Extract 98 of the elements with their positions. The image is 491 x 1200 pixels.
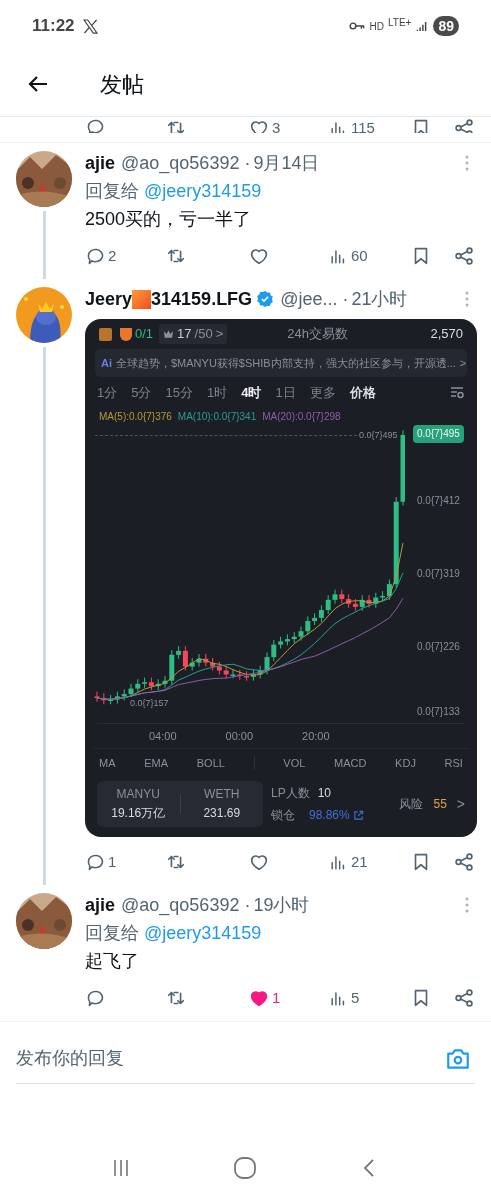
time-axis-label: 20:00 <box>302 728 330 744</box>
token-amount: 231.69 <box>203 805 241 822</box>
chart-settings-icon[interactable] <box>449 385 465 401</box>
square-emoji-icon <box>132 289 152 309</box>
time-axis-label: 04:00 <box>149 728 177 744</box>
low-price-label: 0.0{7}157 <box>129 697 170 711</box>
signal-icon <box>416 20 428 32</box>
post-time: 9月14日 <box>253 151 320 175</box>
chevron[interactable]: > <box>456 793 465 815</box>
money-bag-icon <box>120 327 132 341</box>
token-amount: 19.16万亿 <box>111 805 166 822</box>
stat-label: 24h交易数 <box>287 325 348 344</box>
views-count: 60 <box>351 245 368 266</box>
counter: 0/1 <box>135 325 154 344</box>
lock-value: 98.86% <box>309 807 350 824</box>
risk-value: 55 <box>433 796 447 813</box>
views-count: 21 <box>351 851 368 872</box>
interval-tab[interactable]: 15分 <box>165 383 193 403</box>
interval-tab[interactable]: 1日 <box>275 383 296 403</box>
token-symbol: WETH <box>204 786 240 803</box>
lp-label: LP人数 <box>271 785 310 802</box>
mention-link[interactable]: @jeery314159 <box>144 921 262 945</box>
last-price-tag: 0.0{7}495 <box>413 425 464 443</box>
network-indicator: LTE+ <box>388 18 412 28</box>
separator-dot: · <box>244 151 251 175</box>
post-time: 21小时 <box>351 287 408 311</box>
ai-summary: 全球趋势，$MANYU获得$SHIB内部支持，强大的社区参与，开源透... <box>116 355 456 371</box>
share-icon[interactable] <box>453 851 475 873</box>
interval-tab[interactable]: 5分 <box>131 383 152 403</box>
post-text: 2500买的，亏一半了 <box>85 208 253 231</box>
token-symbol: MANYU <box>116 786 160 803</box>
author-handle: @jee... <box>280 287 338 311</box>
last-price-line-label: 0.0{7}495 <box>359 429 398 442</box>
indicator-tab[interactable]: MACD <box>334 754 367 772</box>
price-axis-label: 0.0{7}319 <box>417 567 460 581</box>
author-name[interactable]: ajie <box>85 891 116 919</box>
stat-value: 2,570 <box>430 325 463 344</box>
author-handle: @ao_qo56392 <box>121 893 240 918</box>
share-icon[interactable] <box>453 117 475 133</box>
interval-tab[interactable]: 4时 <box>241 383 262 403</box>
lock-label: 锁仓 <box>271 807 295 824</box>
page-title: 发帖 <box>100 70 144 99</box>
indicator-tab[interactable]: EMA <box>144 754 169 772</box>
indicator-tab[interactable]: RSI <box>444 754 463 772</box>
indicator-tab[interactable]: VOL <box>283 754 306 772</box>
clock: 11:22 <box>32 15 75 38</box>
post-time: 19小时 <box>253 893 310 917</box>
chevron: > <box>215 325 224 344</box>
reply-count: 2 <box>108 245 117 266</box>
share-icon[interactable] <box>453 987 475 1009</box>
rank-total: /50 <box>194 325 213 344</box>
indicator-tab[interactable]: MA <box>99 754 116 772</box>
x-logo-icon <box>82 18 98 34</box>
separator-dot: · <box>244 893 251 917</box>
interval-tab[interactable]: 1时 <box>206 383 228 403</box>
author-name-suffix[interactable]: 314159.LFG <box>151 285 253 313</box>
more-dropdown[interactable]: 更多 <box>309 383 336 403</box>
ma-legend: MA(5):0.0{7}376 <box>99 408 172 424</box>
chevron: > <box>459 355 467 371</box>
separator-dot: · <box>342 287 349 311</box>
price-axis-label: 0.0{7}133 <box>417 705 460 719</box>
hd-indicator: HD <box>369 19 384 34</box>
reply-icon[interactable] <box>85 117 106 133</box>
indicator-tab[interactable]: BOLL <box>196 754 225 772</box>
lp-value: 10 <box>317 785 332 802</box>
indicator-tab[interactable]: KDJ <box>395 754 416 772</box>
price-axis-label: 0.0{7}226 <box>417 640 460 654</box>
views-count: 115 <box>351 117 375 133</box>
external-link-icon[interactable] <box>352 809 364 821</box>
rank: 17 <box>177 325 192 344</box>
coins-icon <box>99 327 112 341</box>
mention-link[interactable]: @jeery314159 <box>144 179 262 203</box>
risk-label: 风险 <box>399 796 424 813</box>
author-name[interactable]: ajie <box>85 149 116 177</box>
rank-badge[interactable]: 17 /50 > <box>159 324 228 344</box>
time-axis-label: 00:00 <box>225 728 254 744</box>
like-count: 3 <box>272 117 281 133</box>
crown-icon <box>163 329 175 339</box>
author-name[interactable]: Jeery <box>85 285 133 313</box>
interval-tab[interactable]: 1分 <box>97 383 118 403</box>
reply-label: 回复给 <box>85 922 139 945</box>
views-count: 5 <box>351 987 360 1008</box>
ma-legend: MA(20):0.0{7}298 <box>262 408 341 424</box>
ma-legend: MA(10):0.0{7}341 <box>177 408 257 424</box>
share-icon[interactable] <box>453 245 475 267</box>
reply-label: 回复给 <box>85 180 139 203</box>
battery-indicator: 89 <box>433 16 459 36</box>
reply-count: 1 <box>108 851 117 872</box>
ai-label: Ai <box>101 355 112 371</box>
price-axis-label: 0.0{7}412 <box>417 494 460 508</box>
reply-input[interactable]: 发布你的回复 <box>16 1045 445 1072</box>
author-handle: @ao_qo56392 <box>121 151 240 176</box>
price-dropdown[interactable]: 价格 <box>349 383 376 403</box>
like-count: 1 <box>272 987 281 1008</box>
home-icon[interactable] <box>233 1156 258 1180</box>
key-icon <box>348 21 365 31</box>
post-text: 起飞了 <box>85 950 140 973</box>
ai-banner[interactable]: Ai 全球趋势，$MANYU获得$SHIB内部支持，强大的社区参与，开源透... > <box>95 349 467 377</box>
